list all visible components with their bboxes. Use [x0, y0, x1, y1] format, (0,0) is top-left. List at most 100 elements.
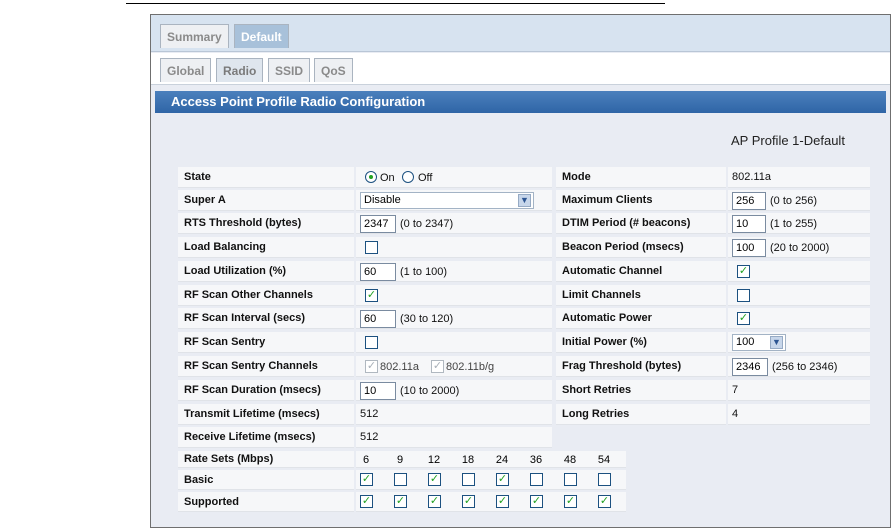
frag-range: (256 to 2346) — [772, 361, 838, 373]
rate-value: 48 — [563, 454, 577, 466]
basic-rate-checkbox[interactable] — [394, 473, 407, 486]
dtim-label: DTIM Period (# beacons) — [562, 217, 691, 229]
supported-rate-checkbox[interactable]: ✓ — [462, 495, 475, 508]
mode-value: 802.11a — [732, 171, 771, 183]
rf-scan-sentry-checkbox[interactable] — [365, 336, 378, 349]
supported-rate-checkbox[interactable]: ✓ — [530, 495, 543, 508]
transmit-lifetime-value: 512 — [360, 408, 379, 420]
long-retries-value: 4 — [732, 408, 739, 420]
rate-sets-label: Rate Sets (Mbps) — [184, 453, 274, 465]
receive-lifetime-value: 512 — [360, 431, 379, 443]
tab-summary[interactable]: Summary — [160, 24, 229, 48]
rate-value: 54 — [597, 454, 611, 466]
super-a-label: Super A — [184, 194, 226, 206]
basic-label: Basic — [184, 474, 214, 486]
dtim-input[interactable] — [732, 215, 766, 233]
sentry-80211bg-label: 802.11b/g — [446, 361, 495, 373]
max-clients-input[interactable] — [732, 192, 766, 210]
rate-value: 9 — [396, 454, 404, 466]
limit-channels-label: Limit Channels — [562, 289, 641, 301]
rf-scan-interval-input[interactable] — [360, 310, 396, 328]
basic-rate-checkbox[interactable]: ✓ — [496, 473, 509, 486]
basic-rate-checkbox[interactable]: ✓ — [428, 473, 441, 486]
basic-rate-checkbox[interactable] — [530, 473, 543, 486]
rts-range: (0 to 2347) — [400, 218, 454, 230]
super-a-select[interactable]: Disable ▼ — [360, 192, 534, 209]
rf-scan-interval-label: RF Scan Interval (secs) — [184, 312, 306, 324]
state-label: State — [184, 171, 211, 183]
max-clients-label: Maximum Clients — [562, 194, 653, 206]
initial-power-select[interactable]: 100 ▼ — [732, 334, 786, 351]
beacon-label: Beacon Period (msecs) — [562, 241, 684, 253]
rf-scan-duration-input[interactable] — [360, 382, 396, 400]
max-clients-range: (0 to 256) — [770, 195, 818, 207]
rate-value: 12 — [427, 454, 441, 466]
short-retries-value: 7 — [732, 384, 739, 396]
beacon-range: (20 to 2000) — [770, 242, 830, 254]
supported-rate-checkbox[interactable]: ✓ — [428, 495, 441, 508]
profile-name: AP Profile 1-Default — [731, 133, 845, 148]
load-utilization-input[interactable] — [360, 263, 396, 281]
initial-power-value: 100 — [736, 336, 755, 348]
rf-scan-interval-range: (30 to 120) — [400, 313, 454, 325]
section-header: Access Point Profile Radio Configuration — [155, 91, 886, 113]
supported-rate-checkbox[interactable]: ✓ — [564, 495, 577, 508]
rf-scan-duration-range: (10 to 2000) — [400, 385, 460, 397]
frag-label: Frag Threshold (bytes) — [562, 360, 682, 372]
tab-qos[interactable]: QoS — [314, 58, 353, 82]
receive-lifetime-label: Receive Lifetime (msecs) — [184, 431, 316, 443]
short-retries-label: Short Retries — [562, 384, 632, 396]
rate-value: 36 — [529, 454, 543, 466]
rf-scan-other-checkbox[interactable]: ✓ — [365, 289, 378, 302]
sentry-80211a-checkbox[interactable]: ✓ — [365, 360, 378, 373]
state-on-label: On — [380, 172, 395, 184]
config-panel: Summary Default Global Radio SSID QoS Ac… — [150, 14, 891, 528]
beacon-input[interactable] — [732, 239, 766, 257]
supported-rate-checkbox[interactable]: ✓ — [394, 495, 407, 508]
dtim-range: (1 to 255) — [770, 218, 818, 230]
basic-rate-checkbox[interactable] — [564, 473, 577, 486]
auto-channel-label: Automatic Channel — [562, 265, 663, 277]
rts-input[interactable] — [360, 215, 396, 233]
auto-power-label: Automatic Power — [562, 312, 652, 324]
supported-rate-checkbox[interactable]: ✓ — [496, 495, 509, 508]
profile-tab-bar: Summary Default — [151, 15, 890, 52]
chevron-down-icon: ▼ — [770, 336, 783, 349]
frag-input[interactable] — [732, 358, 768, 376]
sentry-80211bg-checkbox[interactable]: ✓ — [431, 360, 444, 373]
supported-rate-checkbox[interactable]: ✓ — [360, 495, 373, 508]
state-off-radio[interactable] — [402, 171, 414, 183]
rate-sets-values: 6 9 12 18 24 36 48 54 — [356, 451, 626, 468]
supported-label: Supported — [184, 496, 239, 508]
chevron-down-icon: ▼ — [518, 194, 531, 207]
basic-rates: ✓ ✓ ✓ — [356, 470, 626, 490]
tab-radio[interactable]: Radio — [216, 58, 264, 82]
auto-channel-checkbox[interactable]: ✓ — [737, 265, 750, 278]
transmit-lifetime-label: Transmit Lifetime (msecs) — [184, 408, 320, 420]
basic-rate-checkbox[interactable]: ✓ — [360, 473, 373, 486]
tab-global[interactable]: Global — [160, 58, 212, 82]
rf-scan-sentry-channels-label: RF Scan Sentry Channels — [184, 360, 318, 372]
initial-power-label: Initial Power (%) — [562, 336, 647, 348]
load-balancing-label: Load Balancing — [184, 241, 266, 253]
super-a-value: Disable — [364, 194, 401, 206]
basic-rate-checkbox[interactable] — [598, 473, 611, 486]
rate-value: 6 — [362, 454, 370, 466]
rate-value: 18 — [461, 454, 475, 466]
state-off-label: Off — [418, 172, 433, 184]
tab-default[interactable]: Default — [234, 24, 289, 48]
basic-rate-checkbox[interactable] — [462, 473, 475, 486]
auto-power-checkbox[interactable]: ✓ — [737, 312, 750, 325]
load-utilization-label: Load Utilization (%) — [184, 265, 287, 277]
rf-scan-other-label: RF Scan Other Channels — [184, 289, 313, 301]
load-utilization-range: (1 to 100) — [400, 266, 448, 278]
sentry-80211a-label: 802.11a — [380, 361, 419, 373]
limit-channels-checkbox[interactable] — [737, 289, 750, 302]
state-on-radio[interactable] — [365, 171, 377, 183]
tab-ssid[interactable]: SSID — [268, 58, 311, 82]
rts-label: RTS Threshold (bytes) — [184, 217, 302, 229]
load-balancing-checkbox[interactable] — [365, 241, 378, 254]
supported-rate-checkbox[interactable]: ✓ — [598, 495, 611, 508]
rf-scan-sentry-label: RF Scan Sentry — [184, 336, 266, 348]
mode-label: Mode — [562, 171, 591, 183]
